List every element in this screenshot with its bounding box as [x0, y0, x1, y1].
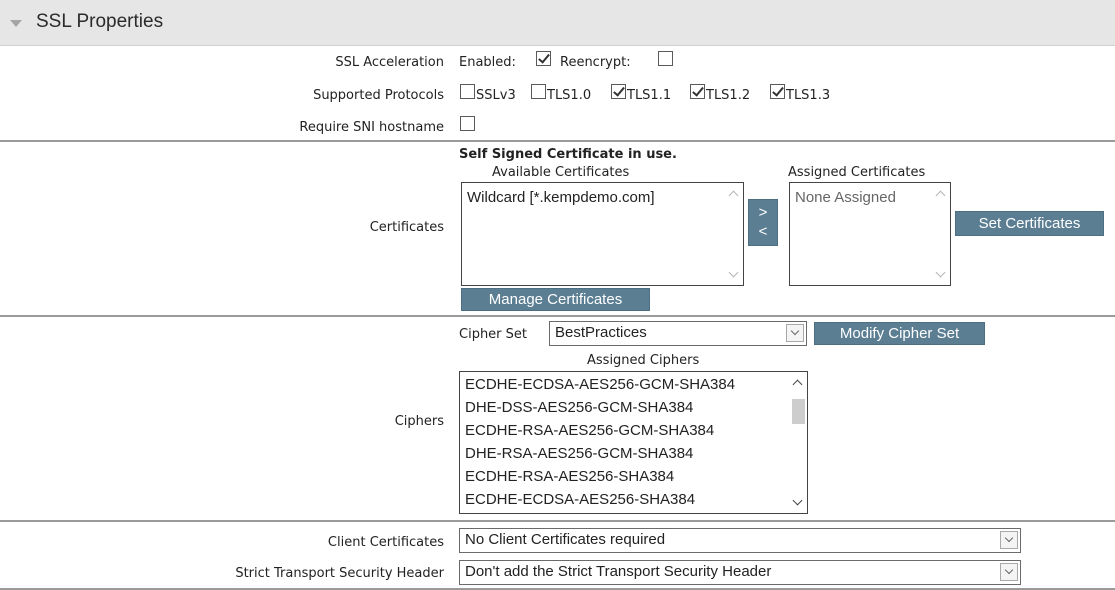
ssl-enabled-checkbox[interactable] [536, 51, 551, 66]
move-certificate-buttons[interactable]: > < [748, 199, 778, 246]
set-certificates-button[interactable]: Set Certificates [955, 211, 1104, 236]
cipher-set-select[interactable]: BestPractices [549, 321, 807, 346]
scroll-thumb[interactable] [792, 399, 805, 424]
protocol-sslv3-checkbox[interactable] [460, 84, 475, 99]
chevron-down-icon[interactable] [786, 324, 804, 342]
divider [0, 140, 1115, 142]
reencrypt-label: Reencrypt: [560, 55, 631, 70]
panel-title: SSL Properties [36, 11, 164, 32]
available-certificates-title: Available Certificates [492, 165, 630, 180]
hsts-label: Strict Transport Security Header [235, 566, 444, 581]
scroll-down-icon[interactable] [935, 267, 946, 278]
protocol-sslv3-label: SSLv3 [476, 88, 516, 103]
assigned-ciphers-title: Assigned Ciphers [587, 353, 700, 368]
divider [0, 520, 1115, 522]
list-item: None Assigned [795, 189, 896, 206]
list-item[interactable]: DHE-DSS-AES256-GCM-SHA384 [465, 399, 693, 416]
scrollbar[interactable] [790, 372, 807, 513]
reencrypt-checkbox[interactable] [658, 51, 673, 66]
cipher-set-value: BestPractices [555, 324, 647, 341]
list-item[interactable]: ECDHE-RSA-AES256-SHA384 [465, 468, 674, 485]
self-signed-notice: Self Signed Certificate in use. [459, 147, 677, 162]
hsts-value: Don't add the Strict Transport Security … [465, 563, 772, 580]
cipher-set-label: Cipher Set [459, 327, 528, 342]
move-right-button[interactable]: > [749, 203, 777, 222]
protocol-tls10-checkbox[interactable] [531, 84, 546, 99]
list-item[interactable]: DHE-RSA-AES256-GCM-SHA384 [465, 445, 693, 462]
scroll-up-icon[interactable] [935, 190, 946, 201]
ssl-acceleration-label: SSL Acceleration [335, 55, 444, 70]
client-certificates-value: No Client Certificates required [465, 531, 666, 548]
scroll-down-icon[interactable] [792, 495, 803, 506]
manage-certificates-button[interactable]: Manage Certificates [461, 288, 650, 311]
protocol-tls11-checkbox[interactable] [611, 84, 626, 99]
protocol-tls11-label: TLS1.1 [627, 88, 672, 103]
client-certificates-select[interactable]: No Client Certificates required [459, 528, 1021, 553]
scrollbar[interactable] [933, 183, 950, 285]
scroll-up-icon[interactable] [792, 379, 803, 390]
assigned-certificates-list[interactable]: None Assigned [789, 182, 951, 286]
move-left-button[interactable]: < [749, 222, 777, 241]
scrollbar[interactable] [726, 183, 743, 285]
list-item[interactable]: ECDHE-RSA-AES256-GCM-SHA384 [465, 422, 714, 439]
list-item[interactable]: Wildcard [*.kempdemo.com] [467, 189, 655, 206]
divider [0, 315, 1115, 317]
client-certificates-label: Client Certificates [327, 535, 444, 550]
protocol-tls13-label: TLS1.3 [786, 88, 831, 103]
hsts-select[interactable]: Don't add the Strict Transport Security … [459, 560, 1021, 585]
panel-header[interactable]: SSL Properties [0, 0, 1115, 46]
list-item[interactable]: ECDHE-ECDSA-AES256-GCM-SHA384 [465, 376, 735, 393]
collapse-triangle-icon[interactable] [10, 20, 22, 27]
certificates-label: Certificates [369, 220, 444, 235]
modify-cipher-set-button[interactable]: Modify Cipher Set [814, 322, 985, 345]
ciphers-label: Ciphers [394, 414, 444, 429]
protocol-tls12-checkbox[interactable] [690, 84, 705, 99]
protocol-tls12-label: TLS1.2 [706, 88, 751, 103]
assigned-ciphers-list[interactable]: ECDHE-ECDSA-AES256-GCM-SHA384 DHE-DSS-AE… [459, 371, 808, 514]
scroll-up-icon[interactable] [728, 190, 739, 201]
available-certificates-list[interactable]: Wildcard [*.kempdemo.com] [461, 182, 744, 286]
require-sni-checkbox[interactable] [460, 116, 475, 131]
protocol-tls13-checkbox[interactable] [770, 84, 785, 99]
scroll-down-icon[interactable] [728, 267, 739, 278]
protocol-tls10-label: TLS1.0 [547, 88, 592, 103]
list-item[interactable]: ECDHE-ECDSA-AES256-SHA384 [465, 491, 695, 508]
chevron-down-icon[interactable] [1000, 531, 1018, 549]
require-sni-label: Require SNI hostname [299, 120, 444, 135]
supported-protocols-label: Supported Protocols [313, 88, 444, 103]
chevron-down-icon[interactable] [1000, 563, 1018, 581]
assigned-certificates-title: Assigned Certificates [788, 165, 926, 180]
enabled-label: Enabled: [459, 55, 516, 70]
